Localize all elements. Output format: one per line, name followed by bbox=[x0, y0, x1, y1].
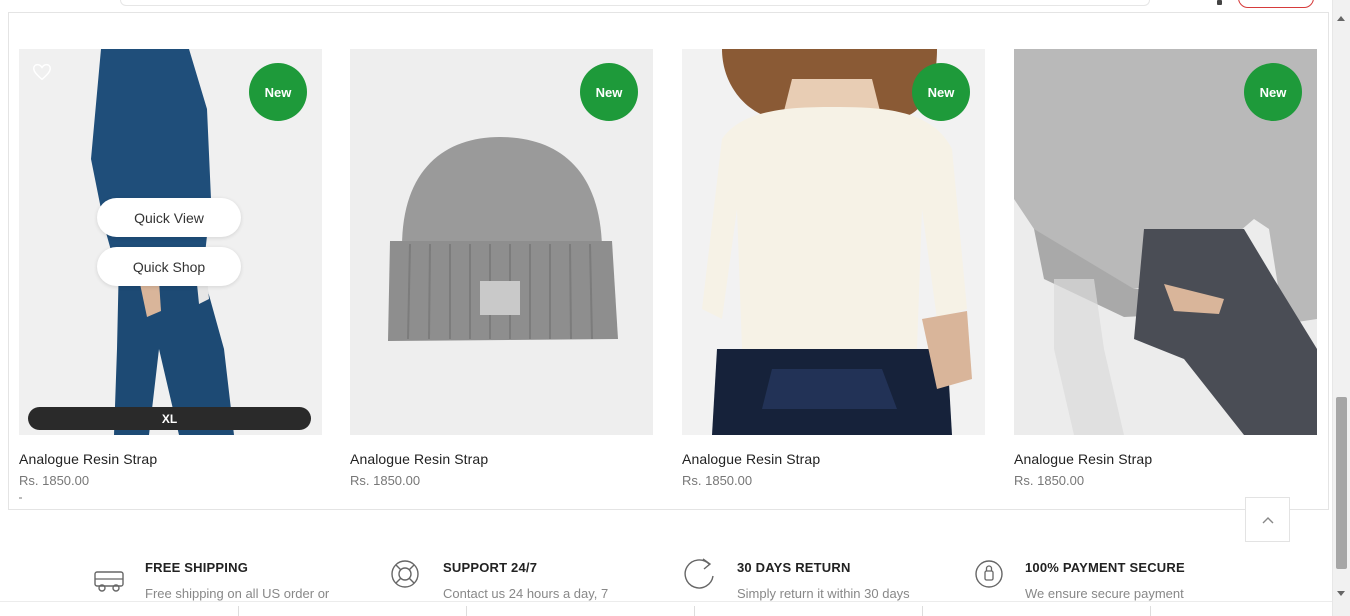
product-price: Rs. 1850.00 bbox=[350, 473, 421, 488]
product-title[interactable]: Analogue Resin Strap bbox=[1014, 451, 1317, 467]
product-card[interactable]: New Analogue Resin Strap Rs. 1850.00 bbox=[350, 49, 653, 488]
feature-description: Simply return it within 30 days bbox=[737, 586, 910, 601]
feature-title: FREE SHIPPING bbox=[145, 560, 249, 575]
header-icon-fragment bbox=[1217, 0, 1222, 5]
scroll-up-arrow-icon[interactable] bbox=[1337, 16, 1345, 21]
product-price: Rs. 1850.00 bbox=[1014, 473, 1085, 488]
truck-icon bbox=[94, 571, 124, 592]
feature-description: Contact us 24 hours a day, 7 bbox=[443, 586, 609, 601]
scroll-to-top-button[interactable] bbox=[1245, 497, 1290, 542]
product-title[interactable]: Analogue Resin Strap bbox=[19, 451, 322, 467]
product-image[interactable]: New Quick View Quick Shop XL bbox=[19, 49, 322, 435]
product-card[interactable]: New Analogue Resin Strap Rs. 1850.00 bbox=[682, 49, 985, 488]
size-option-bar[interactable]: XL bbox=[28, 407, 311, 430]
wishlist-heart-icon[interactable] bbox=[31, 61, 53, 83]
product-image[interactable]: New bbox=[350, 49, 653, 435]
quick-shop-button[interactable]: Quick Shop bbox=[97, 247, 241, 286]
new-badge: New bbox=[1244, 63, 1302, 121]
new-badge: New bbox=[249, 63, 307, 121]
vertical-scrollbar[interactable] bbox=[1332, 0, 1350, 616]
product-image[interactable]: New bbox=[682, 49, 985, 435]
bottom-separator bbox=[238, 606, 239, 616]
new-badge: New bbox=[912, 63, 970, 121]
feature-title: 30 DAYS RETURN bbox=[737, 560, 851, 575]
product-price: Rs. 1850.00 bbox=[19, 473, 90, 488]
lifebuoy-icon bbox=[391, 560, 419, 588]
header-button-fragment[interactable] bbox=[1238, 0, 1314, 8]
return-arrow-icon bbox=[684, 558, 714, 589]
bottom-separator bbox=[1150, 606, 1151, 616]
product-price: Rs. 1850.00 bbox=[682, 473, 753, 488]
feature-title: 100% PAYMENT SECURE bbox=[1025, 560, 1185, 575]
bottom-separator bbox=[466, 606, 467, 616]
header-edge bbox=[120, 0, 1150, 6]
scrollbar-thumb[interactable] bbox=[1336, 397, 1347, 569]
bottom-separator bbox=[922, 606, 923, 616]
divider-dot bbox=[19, 497, 22, 499]
feature-description: Free shipping on all US order or bbox=[145, 586, 330, 601]
chevron-up-icon bbox=[1262, 516, 1273, 523]
feature-description: We ensure secure payment bbox=[1025, 586, 1184, 601]
quick-view-button[interactable]: Quick View bbox=[97, 198, 241, 237]
scroll-down-arrow-icon[interactable] bbox=[1337, 591, 1345, 596]
product-grid: New Quick View Quick Shop XL Analogue Re… bbox=[8, 12, 1329, 510]
product-title[interactable]: Analogue Resin Strap bbox=[682, 451, 985, 467]
feature-title: SUPPORT 24/7 bbox=[443, 560, 538, 575]
bottom-separator bbox=[694, 606, 695, 616]
new-badge: New bbox=[580, 63, 638, 121]
product-image[interactable]: New bbox=[1014, 49, 1317, 435]
product-card[interactable]: New Analogue Resin Strap Rs. 1850.00 bbox=[1014, 49, 1317, 488]
product-title[interactable]: Analogue Resin Strap bbox=[350, 451, 653, 467]
product-card[interactable]: New Quick View Quick Shop XL Analogue Re… bbox=[19, 49, 322, 499]
secure-payment-icon bbox=[975, 560, 1003, 588]
bottom-bar bbox=[0, 601, 1332, 616]
